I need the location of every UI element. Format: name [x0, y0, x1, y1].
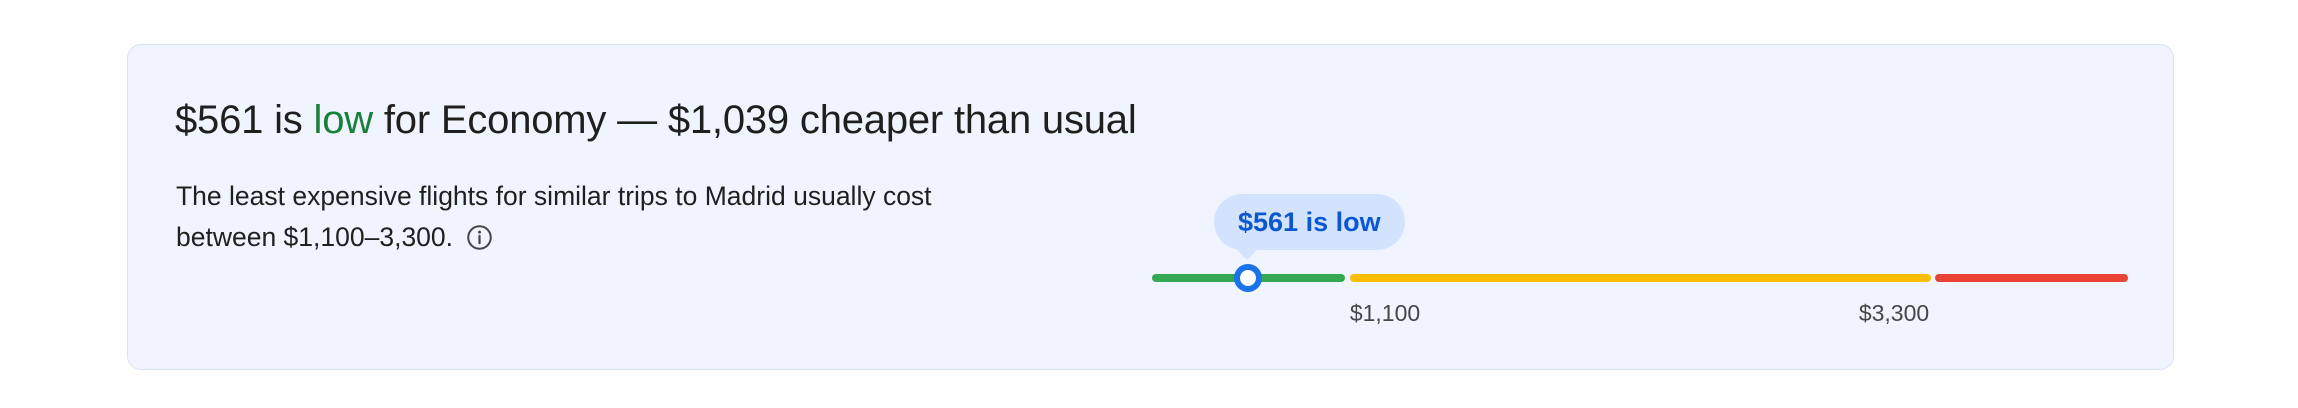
range-high-label: $3,300: [1858, 300, 1930, 326]
range-low-label: $1,100: [1349, 300, 1421, 326]
current-price-marker[interactable]: [1234, 264, 1262, 292]
headline-connector: is: [274, 98, 303, 142]
price-level-label: low: [313, 98, 374, 142]
info-circle-icon: [467, 225, 493, 250]
info-icon[interactable]: [466, 222, 493, 250]
price-range-text: The least expensive flights for similar …: [176, 181, 932, 252]
headline-price: $561: [175, 98, 264, 142]
headline-rest: for Economy — $1,039 cheaper than usual: [383, 98, 1137, 142]
typical-price-segment: [1350, 274, 1931, 282]
price-range-description: The least expensive flights for similar …: [176, 176, 996, 258]
high-price-segment: [1935, 274, 2128, 282]
current-price-bubble: $561 is low: [1214, 194, 1405, 260]
price-meter: $561 is low $1,100 $3,300: [1152, 190, 2128, 340]
price-insight-headline: $561 is low for Economy — $1,039 cheaper…: [175, 92, 1137, 148]
